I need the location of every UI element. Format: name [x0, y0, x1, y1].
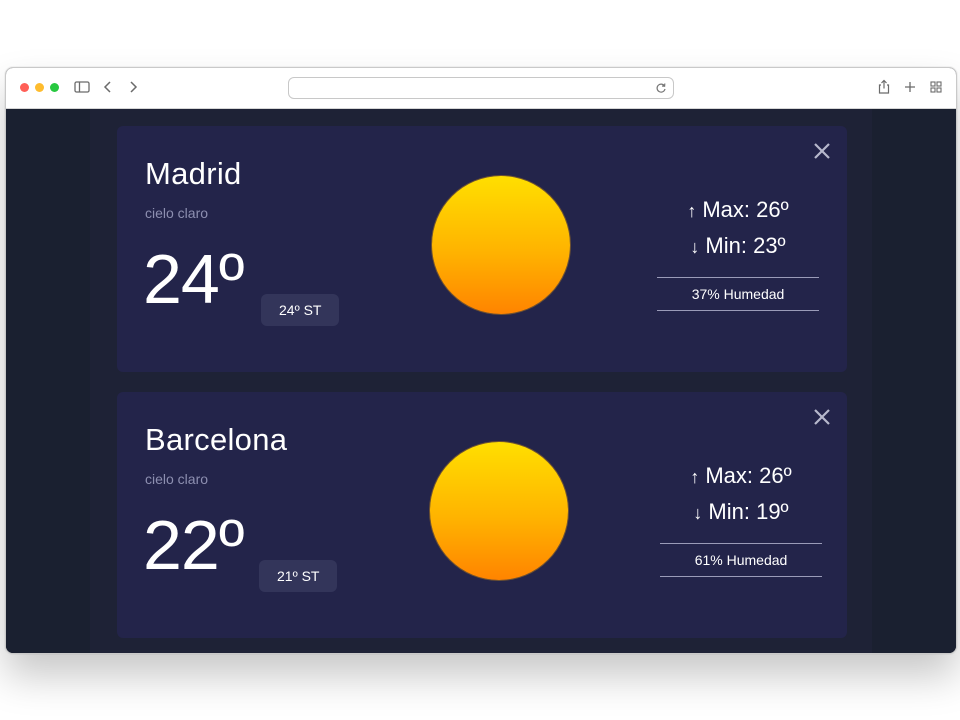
max-temperature-label: Max: 26º — [702, 197, 789, 222]
arrow-down-icon: ↓ — [690, 237, 700, 257]
min-temperature-label: Min: 23º — [705, 233, 786, 258]
feels-like-badge: 21º ST — [259, 560, 338, 592]
page-content: Madrid cielo claro 24º 24º ST ↑ Max: 26º … — [6, 109, 956, 653]
humidity: 61% Humedad — [660, 543, 822, 577]
forward-icon[interactable] — [123, 77, 143, 97]
close-icon[interactable] — [811, 406, 833, 428]
weather-stats: ↑ Max: 26º ↓ Min: 19º 61% Humedad — [660, 458, 822, 577]
max-temperature-label: Max: 26º — [705, 463, 792, 488]
share-icon[interactable] — [874, 77, 894, 97]
weather-description: cielo claro — [145, 205, 209, 221]
address-bar[interactable] — [288, 77, 674, 99]
sun-icon — [432, 176, 570, 314]
weather-description: cielo claro — [145, 471, 209, 487]
arrow-down-icon: ↓ — [693, 503, 703, 523]
city-name: Barcelona — [145, 422, 288, 457]
min-temperature: ↓ Min: 23º — [657, 228, 819, 264]
arrow-up-icon: ↑ — [690, 467, 700, 487]
min-temperature-label: Min: 19º — [708, 499, 789, 524]
close-icon[interactable] — [811, 140, 833, 162]
back-icon[interactable] — [98, 77, 118, 97]
feels-like-badge: 24º ST — [261, 294, 340, 326]
browser-window: Madrid cielo claro 24º 24º ST ↑ Max: 26º … — [5, 67, 957, 654]
weather-card-barcelona: Barcelona cielo claro 22º 21º ST ↑ Max: 2… — [117, 392, 847, 638]
close-window-button[interactable] — [20, 83, 29, 92]
city-name: Madrid — [145, 156, 242, 191]
max-temperature: ↑ Max: 26º — [657, 192, 819, 228]
weather-card-madrid: Madrid cielo claro 24º 24º ST ↑ Max: 26º … — [117, 126, 847, 372]
sun-icon — [430, 442, 568, 580]
tab-overview-icon[interactable] — [926, 77, 946, 97]
minimize-window-button[interactable] — [35, 83, 44, 92]
min-temperature: ↓ Min: 19º — [660, 494, 822, 530]
maximize-window-button[interactable] — [50, 83, 59, 92]
arrow-up-icon: ↑ — [687, 201, 697, 221]
current-temperature: 22º — [143, 506, 244, 584]
weather-stats: ↑ Max: 26º ↓ Min: 23º 37% Humedad — [657, 192, 819, 311]
max-temperature: ↑ Max: 26º — [660, 458, 822, 494]
browser-toolbar — [6, 68, 956, 109]
new-tab-icon[interactable] — [900, 77, 920, 97]
humidity: 37% Humedad — [657, 277, 819, 311]
current-temperature: 24º — [143, 240, 244, 318]
reload-icon[interactable] — [654, 80, 668, 94]
sidebar-toggle-icon[interactable] — [72, 77, 92, 97]
